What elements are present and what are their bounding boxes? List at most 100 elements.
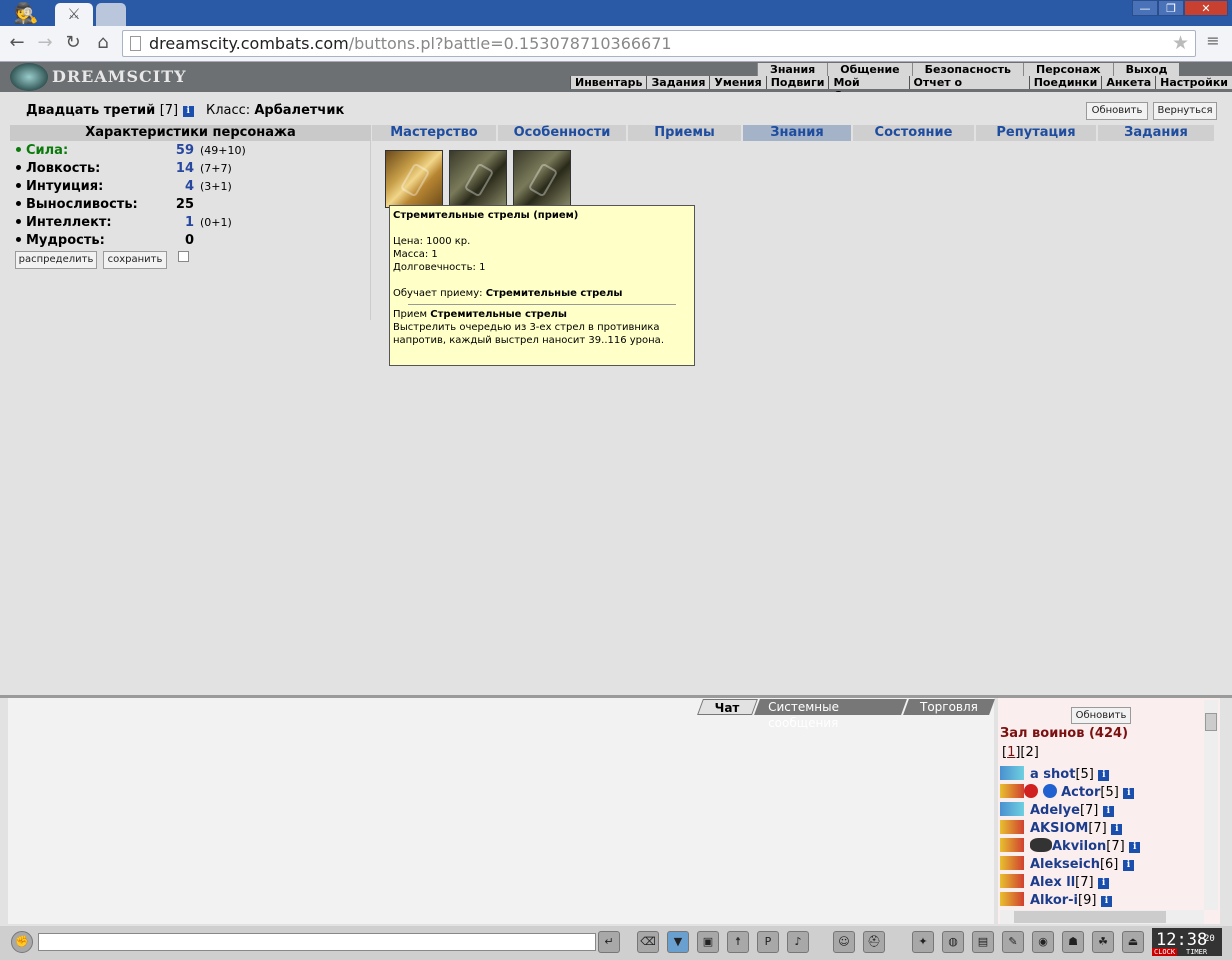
player-name[interactable]: Actor	[1061, 785, 1100, 800]
back-icon[interactable]: ←	[4, 31, 30, 57]
player-row[interactable]: Alekseich[6] i	[1000, 856, 1134, 874]
subnav-inventory[interactable]: Инвентарь	[570, 76, 646, 89]
dial-icon[interactable]: ◉	[1032, 931, 1054, 953]
topnav-knowledge[interactable]: Знания	[757, 63, 827, 76]
stats-checkbox[interactable]	[178, 251, 189, 262]
topnav-communication[interactable]: Общение	[827, 63, 911, 76]
player-row[interactable]: AKSIOM[7] i	[1000, 820, 1123, 838]
tab-trade[interactable]: Торговля	[903, 699, 995, 715]
home-icon[interactable]: ⌂	[90, 31, 116, 57]
pl-icon[interactable]: P	[757, 931, 779, 953]
subnav-quests[interactable]: Задания	[646, 76, 709, 89]
browser-tab-active[interactable]: ⚔	[55, 3, 93, 26]
send-icon[interactable]: ↵	[598, 931, 620, 953]
player-name[interactable]: a shot	[1030, 767, 1075, 782]
scroll-icon[interactable]: ✎	[1002, 931, 1024, 953]
scroll-item-3[interactable]	[513, 150, 571, 208]
player-name[interactable]: Adelye	[1030, 803, 1080, 818]
page-link-2[interactable]: 2	[1026, 745, 1034, 760]
back-button[interactable]: Вернуться	[1153, 102, 1217, 120]
info-icon[interactable]: i	[1122, 860, 1134, 871]
topnav-character[interactable]: Персонаж	[1023, 63, 1113, 76]
close-window-button[interactable]: ✕	[1184, 0, 1228, 16]
smiley-icon[interactable]: ☺	[833, 931, 855, 953]
wrench-menu-icon[interactable]: ≡	[1202, 31, 1224, 55]
sound-icon[interactable]: ♪	[787, 931, 809, 953]
chat-input[interactable]	[38, 933, 596, 951]
reload-icon[interactable]: ↻	[60, 31, 86, 57]
subnav-profile[interactable]: Анкета	[1101, 76, 1155, 89]
player-row[interactable]: Alex ll[7] i	[1000, 874, 1110, 892]
subnav-my-scroll[interactable]: Мой Скролл	[828, 76, 908, 102]
player-name[interactable]: Alex ll	[1030, 875, 1075, 890]
tab-mastery[interactable]: Мастерство	[372, 125, 496, 141]
address-bar[interactable]: dreamscity.combats.com/buttons.pl?battle…	[122, 30, 1196, 57]
online-horizontal-scrollbar[interactable]	[1000, 910, 1204, 924]
timer-label[interactable]: TIMER	[1186, 948, 1207, 956]
tab-features[interactable]: Особенности	[498, 125, 626, 141]
subnav-deeds[interactable]: Подвиги	[765, 76, 829, 89]
player-name[interactable]: Akvilon	[1052, 839, 1106, 854]
info-icon[interactable]: i	[1111, 824, 1123, 835]
player-row[interactable]: Actor[5] i	[1000, 784, 1135, 802]
scroll-item-rapid-arrows[interactable]	[385, 150, 443, 208]
bookmark-star-icon[interactable]: ★	[1172, 31, 1189, 56]
player-name[interactable]: AKSIOM	[1030, 821, 1088, 836]
online-vertical-scrollbar[interactable]	[1204, 700, 1218, 910]
player-row[interactable]: Akvilon[7] i	[1000, 838, 1141, 856]
exit-icon[interactable]: ⏏	[1122, 931, 1144, 953]
info-icon[interactable]: i	[1098, 770, 1110, 781]
forward-icon[interactable]: →	[32, 31, 58, 57]
info-icon[interactable]: i	[182, 106, 194, 117]
class-label: Класс:	[206, 103, 251, 118]
helmet-icon[interactable]: ⛑	[863, 931, 885, 953]
tab-chat[interactable]: Чат	[697, 699, 758, 715]
smile-fist-icon[interactable]: ✊	[11, 931, 33, 953]
topnav-security[interactable]: Безопасность	[911, 63, 1023, 76]
filter-icon[interactable]: ▼	[667, 931, 689, 953]
subnav-fights[interactable]: Поединки	[1028, 76, 1102, 89]
player-name[interactable]: Alekseich	[1030, 857, 1100, 872]
subnav-transfer-report[interactable]: Отчет о переводах	[908, 76, 1029, 102]
magic-icon[interactable]: ✦	[912, 931, 934, 953]
eraser-icon[interactable]: ⌫	[637, 931, 659, 953]
new-tab-button[interactable]	[96, 3, 126, 26]
tab-quests[interactable]: Задания	[1098, 125, 1214, 141]
info-icon[interactable]: i	[1102, 806, 1114, 817]
topnav-exit[interactable]: Выход	[1112, 63, 1180, 76]
chest-icon[interactable]: ▤	[972, 931, 994, 953]
bag-icon[interactable]: ◍	[942, 931, 964, 953]
tab-knowledge[interactable]: Знания	[743, 125, 851, 141]
player-row[interactable]: a shot[5] i	[1000, 766, 1110, 784]
tab-state[interactable]: Состояние	[853, 125, 974, 141]
subnav-settings[interactable]: Настройки	[1155, 76, 1232, 89]
tab-techniques[interactable]: Приемы	[628, 125, 741, 141]
player-row[interactable]: Adelye[7] i	[1000, 802, 1114, 820]
distribute-button[interactable]: распределить	[15, 251, 97, 269]
stat-name: Интеллект:	[26, 215, 112, 230]
tab-system-messages[interactable]: Системные сообщения	[753, 699, 908, 730]
minimize-button[interactable]: —	[1132, 0, 1158, 16]
save-log-icon[interactable]: ▣	[697, 931, 719, 953]
tab-reputation[interactable]: Репутация	[976, 125, 1096, 141]
refresh-button[interactable]: Обновить	[1086, 102, 1148, 120]
info-icon[interactable]: i	[1129, 842, 1141, 853]
player-name[interactable]: Alkor-i	[1030, 893, 1078, 908]
save-button[interactable]: сохранить	[103, 251, 167, 269]
online-refresh-button[interactable]: Обновить	[1071, 707, 1131, 724]
info-icon[interactable]: i	[1098, 878, 1110, 889]
player-level: [7]	[1075, 875, 1094, 890]
player-row[interactable]: Alkor-i[9] i	[1000, 892, 1112, 910]
subnav-skills[interactable]: Умения	[709, 76, 765, 89]
clock-label[interactable]: CLOCK	[1152, 948, 1178, 956]
walk-icon[interactable]: ☨	[727, 931, 749, 953]
friends-icon[interactable]: ☗	[1062, 931, 1084, 953]
restore-button[interactable]: ❐	[1158, 0, 1184, 16]
scrollbar-thumb[interactable]	[1205, 713, 1217, 731]
page-link-current[interactable]: 1	[1007, 745, 1015, 760]
group-icon[interactable]: ☘	[1092, 931, 1114, 953]
scroll-item-2[interactable]	[449, 150, 507, 208]
scrollbar-thumb[interactable]	[1014, 911, 1166, 923]
info-icon[interactable]: i	[1100, 896, 1112, 907]
info-icon[interactable]: i	[1123, 788, 1135, 799]
